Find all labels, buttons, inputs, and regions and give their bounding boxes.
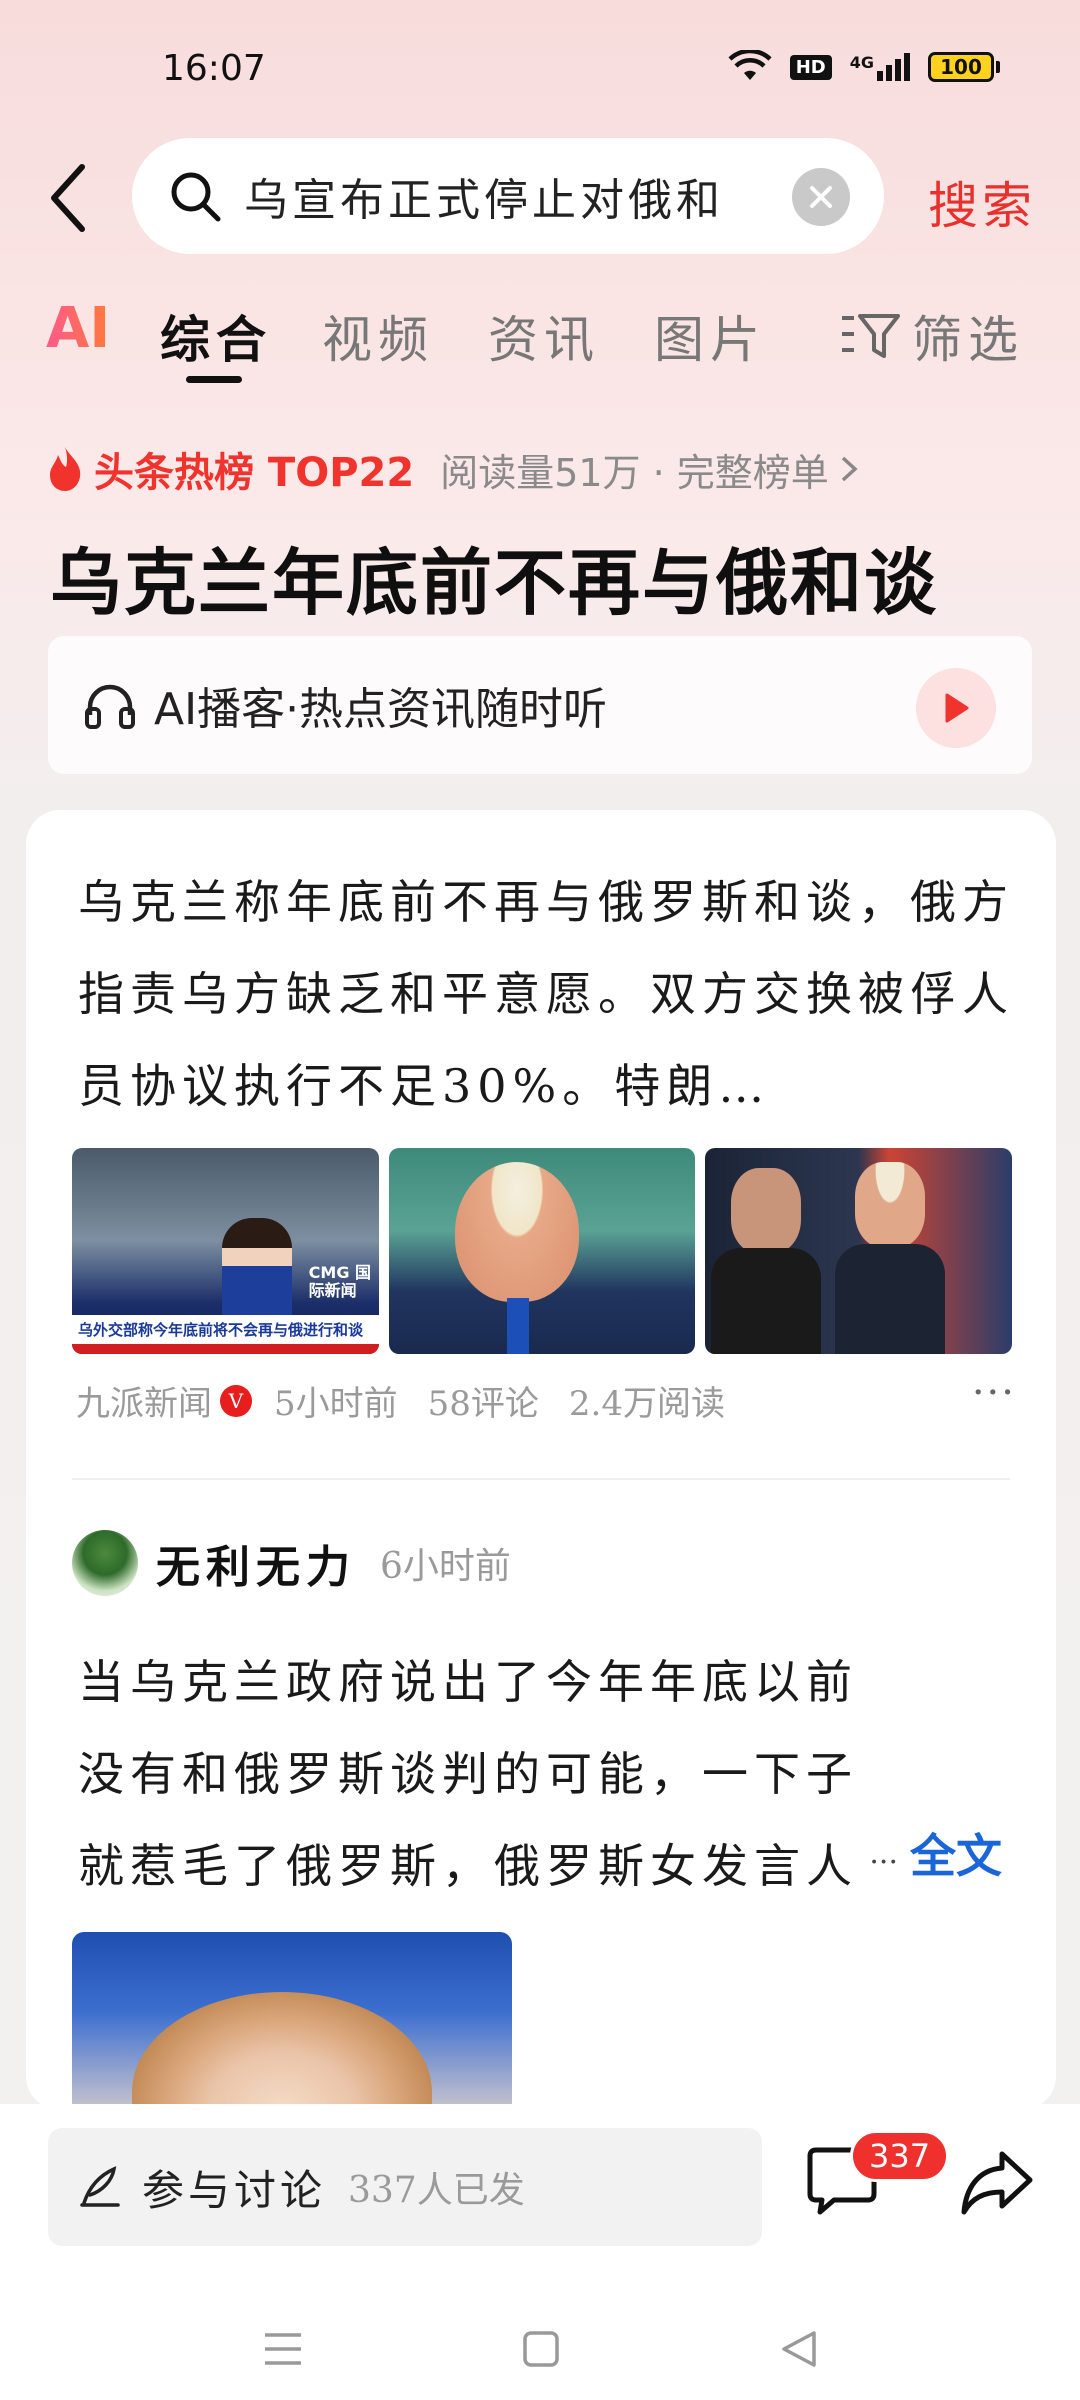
- post-author-row[interactable]: 无利无力 6小时前: [72, 1530, 511, 1596]
- system-nav-bar: [0, 2304, 1080, 2394]
- thumb-caption: 乌外交部称今年底前将不会再与俄进行和谈: [72, 1315, 379, 1344]
- network-type: 4G: [849, 53, 874, 72]
- portrait-right-body: [835, 1244, 946, 1354]
- portrait-right: [855, 1162, 926, 1248]
- menu-icon: [265, 2333, 301, 2365]
- results-card: 乌克兰称年底前不再与俄罗斯和谈，俄方指责乌方缺乏和平意愿。双方交换被俘人员协议执…: [26, 810, 1056, 2110]
- tab-video[interactable]: 视频: [322, 300, 434, 372]
- full-text-link[interactable]: ··· 全文: [869, 1820, 1002, 1886]
- share-button[interactable]: [958, 2148, 1036, 2218]
- news-comments: 58评论: [427, 1384, 539, 1424]
- full-text-label: 全文: [910, 1829, 1002, 1883]
- bottom-bar: 参与讨论 337人已发 337: [0, 2104, 1080, 2400]
- filter-label: 筛选: [912, 311, 1024, 369]
- flame-icon: [50, 447, 81, 491]
- post-image[interactable]: [72, 1932, 512, 2110]
- author-name[interactable]: 无利无力: [156, 1531, 356, 1595]
- home-button[interactable]: [516, 2324, 566, 2374]
- news-summary[interactable]: 乌克兰称年底前不再与俄罗斯和谈，俄方指责乌方缺乏和平意愿。双方交换被俘人员协议执…: [78, 856, 1018, 1132]
- channel-tag: CMG 国际新闻: [308, 1263, 372, 1300]
- anchor-figure: [222, 1218, 292, 1318]
- filter-button[interactable]: 筛选: [840, 300, 1024, 372]
- news-reads: 2.4万阅读: [568, 1384, 725, 1424]
- discuss-input[interactable]: 参与讨论 337人已发: [48, 2128, 762, 2246]
- news-meta: 九派新闻 V 5小时前 58评论 2.4万阅读 ···: [76, 1370, 1026, 1425]
- news-source[interactable]: 九派新闻: [76, 1376, 212, 1425]
- ai-tab[interactable]: AI: [46, 296, 110, 361]
- portrait-left-body: [711, 1248, 822, 1354]
- tab-news[interactable]: 资讯: [488, 300, 600, 372]
- verified-icon: V: [220, 1384, 252, 1417]
- tab-bar: AI 综合 视频 资讯 图片 筛选: [0, 290, 1080, 390]
- signal-4g-icon: 4G: [850, 53, 910, 81]
- filter-icon: [842, 314, 900, 358]
- ai-podcast-bar[interactable]: AI播客·热点资讯随时听: [48, 636, 1032, 774]
- nav-back-button[interactable]: [774, 2324, 824, 2374]
- nav-back-icon: [782, 2331, 816, 2367]
- back-button[interactable]: [48, 158, 104, 238]
- clear-button[interactable]: [792, 168, 850, 226]
- menu-button[interactable]: [258, 2324, 308, 2374]
- podcast-label: AI播客·热点资讯随时听: [154, 684, 608, 735]
- caption-strip: [72, 1344, 379, 1354]
- portrait-left: [731, 1168, 802, 1254]
- headphones-icon: [85, 684, 135, 729]
- avatar[interactable]: [72, 1530, 138, 1596]
- search-query[interactable]: 乌宣布正式停止对俄和: [244, 164, 754, 228]
- comment-count-badge: 337: [850, 2130, 950, 2182]
- battery-icon: 100: [928, 52, 1000, 82]
- discuss-label: 参与讨论: [142, 2165, 327, 2215]
- news-thumbnail-1[interactable]: CMG 国际新闻 乌外交部称今年底前将不会再与俄进行和谈: [72, 1148, 379, 1354]
- hot-rank-meta: 阅读量51万 · 完整榜单: [440, 450, 829, 495]
- play-icon: [945, 693, 969, 723]
- home-icon: [523, 2331, 559, 2367]
- clear-icon: [810, 186, 832, 208]
- hot-rank-line[interactable]: 头条热榜 TOP22 阅读量51万 · 完整榜单: [46, 440, 859, 498]
- news-thumbnails[interactable]: CMG 国际新闻 乌外交部称今年底前将不会再与俄进行和谈: [72, 1148, 1013, 1354]
- back-icon: [51, 164, 85, 232]
- status-icons: HD 4G 100: [728, 50, 1000, 84]
- status-time: 16:07: [162, 48, 266, 89]
- discuss-count: 337人已发: [348, 2170, 525, 2211]
- hot-rank-title: 头条热榜 TOP22: [94, 450, 415, 496]
- post-time: 6小时前: [380, 1546, 511, 1587]
- wifi-icon: [728, 50, 772, 80]
- news-thumbnail-2[interactable]: [388, 1148, 696, 1354]
- divider: [72, 1478, 1010, 1480]
- share-icon: [961, 2151, 1033, 2215]
- news-thumbnail-3[interactable]: [705, 1148, 1013, 1354]
- play-button[interactable]: [916, 668, 996, 748]
- tab-images[interactable]: 图片: [654, 300, 766, 372]
- search-button[interactable]: 搜索: [928, 166, 1036, 238]
- search-input[interactable]: 乌宣布正式停止对俄和: [132, 138, 884, 254]
- post-image-face: [132, 1992, 432, 2110]
- chevron-right-icon: [841, 456, 858, 482]
- portrait-tie: [506, 1298, 529, 1354]
- hd-icon: HD: [789, 54, 832, 80]
- battery-level: 100: [928, 52, 994, 82]
- more-options-icon[interactable]: ···: [972, 1370, 1016, 1416]
- search-icon: [171, 172, 221, 222]
- topic-title: 乌克兰年底前不再与俄和谈: [50, 541, 939, 625]
- portrait-head: [454, 1162, 579, 1302]
- ellipsis: ···: [869, 1845, 898, 1880]
- tab-comprehensive[interactable]: 综合: [160, 300, 272, 372]
- active-tab-indicator: [186, 376, 242, 383]
- pen-icon: [80, 2166, 120, 2207]
- news-time: 5小时前: [274, 1384, 398, 1424]
